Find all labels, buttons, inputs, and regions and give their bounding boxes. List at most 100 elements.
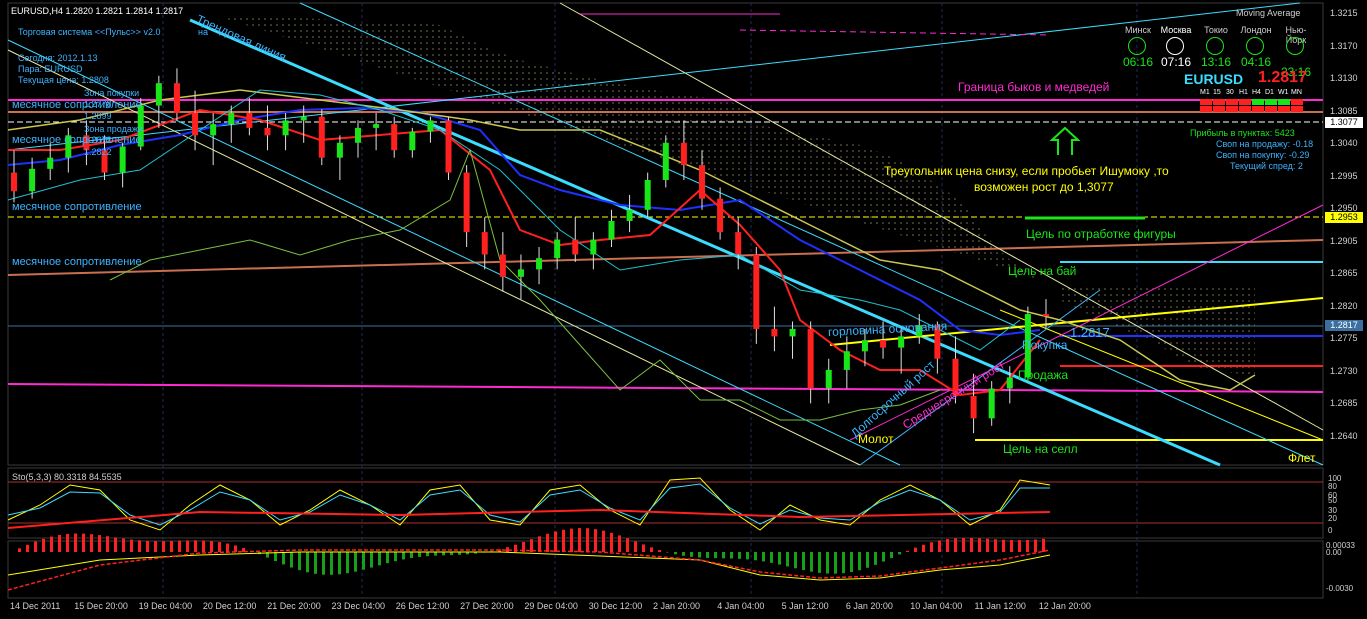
candle-body xyxy=(300,116,307,121)
info-swap-sell: Своп на продажу: -0.18 xyxy=(1216,139,1314,149)
clock-icon xyxy=(1286,37,1304,55)
macd-bar xyxy=(570,528,573,552)
stoch-main xyxy=(7,477,1051,531)
trend-cell xyxy=(1291,106,1303,112)
clock-moscow: Москва 07:16 xyxy=(1160,25,1192,69)
price-tick: 1.3215 xyxy=(1330,8,1358,18)
candle-body xyxy=(119,146,126,173)
resistance-label-3: месячное сопротивление xyxy=(12,201,142,213)
trend-cell xyxy=(1200,99,1212,105)
macd-bar xyxy=(794,552,797,569)
macd-bar xyxy=(746,552,749,560)
macd-bar xyxy=(90,534,93,552)
macd-level: 0.00 xyxy=(1326,548,1342,557)
resistance-label-1: месячное сопротивление xyxy=(12,99,142,111)
macd-bar xyxy=(1018,540,1021,552)
candle-body xyxy=(753,254,760,329)
macd-red xyxy=(7,549,1051,591)
stoch-level: 50 xyxy=(1328,496,1337,505)
trend-cell xyxy=(1265,106,1277,112)
macd-bar xyxy=(626,538,629,552)
candle-body xyxy=(517,269,524,277)
macd-bar xyxy=(146,540,149,552)
macd-bar xyxy=(194,540,197,552)
macd-bar xyxy=(930,542,933,552)
macd-bar xyxy=(274,552,277,562)
macd-bar xyxy=(922,544,925,552)
sell-level-2: 1.2822 xyxy=(84,147,112,157)
macd-bar xyxy=(122,538,125,552)
macd-bar xyxy=(1002,539,1005,552)
time-tick: 26 Dec 12:00 xyxy=(395,601,450,611)
candle-body xyxy=(644,180,651,210)
price-tick: 1.2905 xyxy=(1330,235,1358,246)
time-tick: 10 Jan 04:00 xyxy=(910,601,963,611)
macd-bar xyxy=(586,528,589,552)
macd-bar xyxy=(210,541,213,552)
candle-body xyxy=(228,112,235,125)
macd-bar xyxy=(818,552,821,573)
macd-bar xyxy=(898,552,901,555)
timeframe-row: M1 15 30 H1 H4 D1 W1 MN xyxy=(1200,89,1320,115)
macd-bar xyxy=(970,537,973,552)
macd-bar xyxy=(858,552,861,571)
price-tick: 1.2865 xyxy=(1330,268,1358,278)
macd-bar xyxy=(66,533,69,552)
macd-bar xyxy=(370,552,373,568)
macd-bar xyxy=(874,552,877,565)
candle-body xyxy=(717,198,724,233)
trend-cell xyxy=(1278,99,1290,105)
candle-body xyxy=(264,127,271,136)
macd-bar xyxy=(114,537,117,552)
up-arrow-icon xyxy=(1049,126,1081,155)
candle-body xyxy=(572,239,579,255)
stoch-signal xyxy=(7,483,1050,526)
macd-bar xyxy=(218,542,221,552)
macd-bar xyxy=(386,552,389,564)
timeframe-label: MN xyxy=(1291,89,1302,96)
timeframe-label: M1 xyxy=(1200,89,1210,96)
macd-bar xyxy=(1026,539,1029,552)
bull-bear-label: Граница быков и медведей xyxy=(958,80,1110,94)
clock-london: Лондон 04:16 xyxy=(1240,25,1272,69)
time-tick: 14 Dec 2011 xyxy=(10,601,61,611)
macd-bar xyxy=(706,552,709,558)
macd-bar xyxy=(362,552,365,570)
macd-bar xyxy=(562,529,565,552)
macd-bar xyxy=(138,540,141,552)
macd-bar xyxy=(642,544,645,552)
current-price-label: Текущая цена: 1.2808 xyxy=(18,75,109,85)
candle-body xyxy=(880,340,887,348)
candle-body xyxy=(173,83,180,113)
candle-body xyxy=(680,142,687,166)
candle-body xyxy=(554,239,561,259)
time-tick: 20 Dec 12:00 xyxy=(202,601,257,611)
candle-body xyxy=(970,395,977,419)
candle-body xyxy=(843,351,850,370)
macd-bar xyxy=(802,552,805,571)
candle-body xyxy=(373,124,380,128)
macd-bar xyxy=(962,537,965,552)
macd-bar xyxy=(34,541,37,552)
buy-label: Покупка xyxy=(1022,338,1068,352)
indicator-name: Moving Average xyxy=(1236,8,1301,18)
macd-bar xyxy=(610,532,613,552)
timeframe-label: W1 xyxy=(1278,89,1289,96)
info-price: 1.2817 xyxy=(1258,69,1307,86)
macd-bar xyxy=(914,547,917,552)
pair-label: Пара: EURUSD xyxy=(18,64,83,74)
macd-bar xyxy=(738,552,741,559)
price-tick: 1.3170 xyxy=(1330,40,1358,51)
price-tick: 1.3130 xyxy=(1330,73,1358,83)
macd-bar xyxy=(202,540,205,552)
macd-bar xyxy=(946,539,949,552)
macd-bar xyxy=(890,552,893,558)
candle-body xyxy=(1006,377,1013,389)
macd-bar xyxy=(882,552,885,562)
macd-bar xyxy=(842,552,845,574)
macd-bar xyxy=(338,552,341,575)
timeframe-label: 30 xyxy=(1226,89,1234,96)
macd-bar xyxy=(82,533,85,552)
candle-body xyxy=(481,232,488,255)
trend-cell xyxy=(1213,99,1225,105)
